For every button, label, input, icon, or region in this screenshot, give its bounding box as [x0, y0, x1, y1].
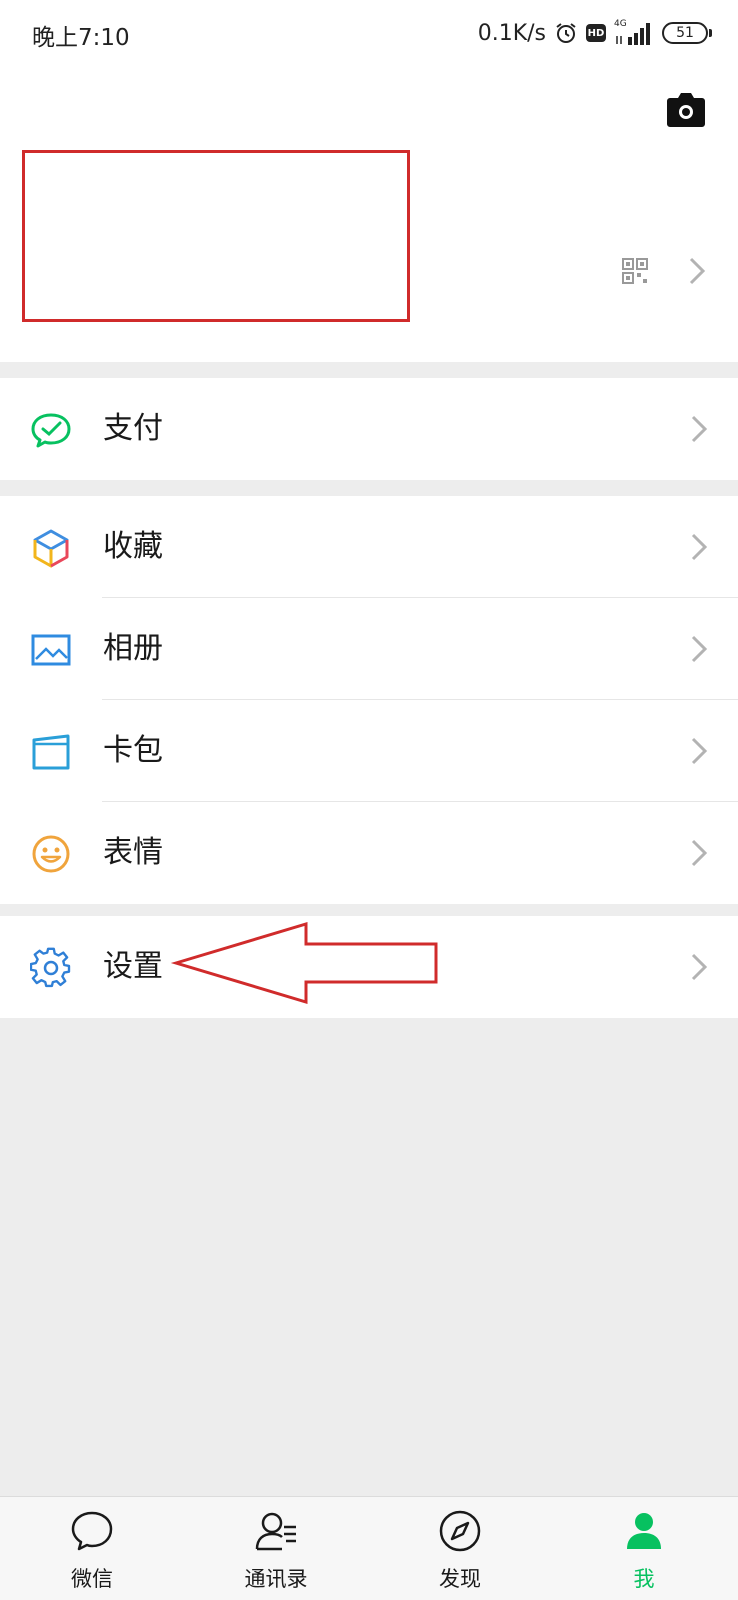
favorites-cube-icon	[33, 529, 69, 568]
chevron-right-icon	[691, 737, 708, 765]
signal-icon: 4G	[614, 19, 654, 47]
annotation-arrow	[170, 922, 438, 1004]
menu-label-cards: 卡包	[103, 733, 163, 768]
menu-item-favorites[interactable]: 收藏	[0, 496, 738, 598]
alarm-icon	[556, 23, 576, 43]
status-time: 晚上7:10	[32, 25, 130, 51]
tab-label-contacts: 通讯录	[244, 1567, 308, 1591]
tab-contacts[interactable]: 通讯录	[184, 1497, 368, 1600]
menu-label-pay: 支付	[103, 411, 163, 446]
chevron-right-icon	[691, 839, 708, 867]
chevron-right-icon	[691, 953, 708, 981]
menu-item-pay[interactable]: 支付	[0, 378, 738, 480]
network-type: 4G	[614, 19, 627, 29]
tab-label-chats: 微信	[71, 1567, 113, 1591]
menu-label-favorites: 收藏	[103, 529, 163, 564]
tab-me[interactable]: 我	[552, 1497, 736, 1600]
pay-group: 支付	[0, 378, 738, 480]
camera-icon[interactable]	[666, 92, 706, 128]
tab-label-discover: 发现	[439, 1567, 481, 1591]
tab-chats[interactable]: 微信	[0, 1497, 184, 1600]
compass-icon	[439, 1510, 481, 1552]
hd-badge: HD	[586, 24, 606, 42]
menu-label-settings: 设置	[103, 949, 163, 984]
tab-label-me: 我	[633, 1567, 655, 1591]
menu-item-cards[interactable]: 卡包	[0, 700, 738, 802]
network-speed: 0.1K/s	[477, 20, 546, 46]
tab-discover[interactable]: 发现	[368, 1497, 552, 1600]
gear-icon	[30, 947, 71, 988]
menu-label-album: 相册	[103, 631, 163, 666]
status-indicators: 0.1K/s HD 4G 51	[477, 18, 712, 48]
status-bar: 晚上7:10 0.1K/s HD 4G 51	[0, 0, 738, 66]
menu-label-stickers: 表情	[103, 835, 163, 870]
bottom-tab-bar: 微信 通讯录 发现 我	[0, 1496, 738, 1600]
contacts-icon	[255, 1512, 296, 1551]
person-icon	[627, 1513, 661, 1549]
menu-item-album[interactable]: 相册	[0, 598, 738, 700]
album-icon	[31, 634, 71, 666]
chevron-right-icon	[691, 635, 708, 663]
cards-wallet-icon	[32, 734, 70, 770]
features-group: 收藏 相册 卡包 表情	[0, 496, 738, 904]
qr-code-icon[interactable]	[622, 258, 648, 284]
smiley-face-icon	[32, 835, 70, 873]
chat-bubble-icon	[71, 1511, 113, 1551]
profile-header[interactable]	[0, 66, 738, 362]
chevron-right-icon	[689, 257, 706, 285]
pay-icon	[31, 413, 71, 448]
redacted-profile-info	[22, 150, 410, 322]
battery-indicator: 51	[662, 22, 712, 44]
chevron-right-icon	[691, 533, 708, 561]
chevron-right-icon	[691, 415, 708, 443]
menu-item-stickers[interactable]: 表情	[0, 802, 738, 904]
